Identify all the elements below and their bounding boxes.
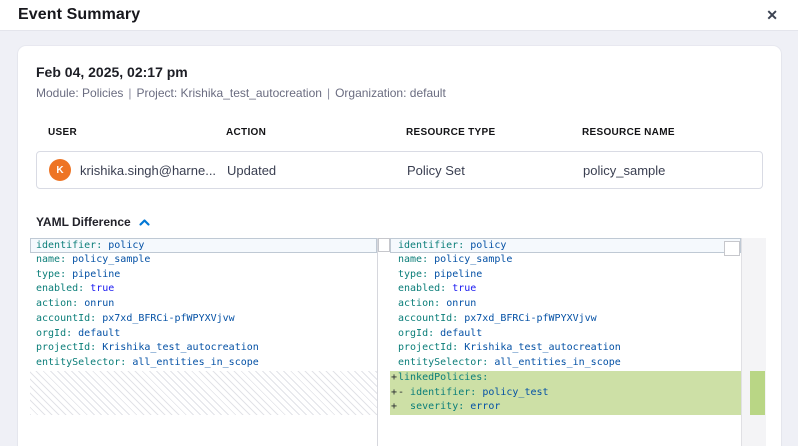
yaml-line: +- identifier: policy_test	[390, 386, 741, 401]
yaml-line: name: policy_sample	[390, 253, 741, 268]
deleted-lines-placeholder	[30, 371, 377, 415]
diff-added-prefix: +	[391, 371, 397, 386]
dialog-title: Event Summary	[18, 6, 140, 24]
yaml-line: enabled: true	[390, 282, 741, 297]
yaml-line: type: pipeline	[390, 268, 741, 283]
audit-table-header: USER ACTION RESOURCE TYPE RESOURCE NAME	[36, 127, 763, 138]
table-row: K krishika.singh@harne... Updated Policy…	[36, 151, 763, 189]
diff-right-pane[interactable]: identifier: policyname: policy_sampletyp…	[390, 238, 741, 446]
meta-separator: |	[327, 86, 330, 100]
yaml-line: action: onrun	[390, 297, 741, 312]
event-meta: Module: Policies | Project: Krishika_test_…	[36, 86, 763, 100]
user-avatar: K	[49, 159, 71, 181]
meta-project: Project: Krishika_test_autocreation	[137, 86, 322, 100]
event-timestamp: Feb 04, 2025, 02:17 pm	[36, 64, 763, 80]
meta-organization: Organization: default	[335, 86, 446, 100]
yaml-line: type: pipeline	[30, 268, 377, 283]
close-icon[interactable]: ✕	[766, 8, 778, 22]
yaml-line: enabled: true	[30, 282, 377, 297]
yaml-line: entitySelector: all_entities_in_scope	[390, 356, 741, 371]
yaml-line: projectId: Krishika_test_autocreation	[30, 341, 377, 356]
yaml-difference-label: YAML Difference	[36, 215, 131, 229]
column-header-resource-name: RESOURCE NAME	[582, 127, 763, 138]
event-card: Feb 04, 2025, 02:17 pm Module: Policies |…	[18, 46, 781, 446]
yaml-line: accountId: px7xd_BFRCi-pfWPYXVjvw	[30, 312, 377, 327]
diff-added-prefix: +	[391, 400, 397, 415]
yaml-diff-editor: identifier: policyname: policy_sampletyp…	[30, 238, 766, 446]
meta-module: Module: Policies	[36, 86, 123, 100]
diff-left-pane[interactable]: identifier: policyname: policy_sampletyp…	[30, 238, 390, 446]
yaml-line: name: policy_sample	[30, 253, 377, 268]
chevron-up-icon[interactable]	[138, 218, 151, 227]
scrollbar-thumb[interactable]	[378, 238, 390, 252]
column-header-resource-type: RESOURCE TYPE	[406, 127, 582, 138]
yaml-line: identifier: policy	[30, 238, 377, 253]
yaml-line: identifier: policy	[390, 238, 741, 253]
resource-name-value: policy_sample	[583, 163, 762, 178]
meta-separator: |	[128, 86, 131, 100]
yaml-line: orgId: default	[390, 327, 741, 342]
yaml-line: projectId: Krishika_test_autocreation	[390, 341, 741, 356]
user-email: krishika.singh@harne...	[80, 163, 226, 178]
column-header-action: ACTION	[226, 127, 406, 138]
yaml-line: +linkedPolicies:	[390, 371, 741, 386]
event-summary-dialog: Event Summary ✕ Feb 04, 2025, 02:17 pm M…	[0, 0, 798, 446]
yaml-line: + severity: error	[390, 400, 741, 415]
yaml-line: accountId: px7xd_BFRCi-pfWPYXVjvw	[390, 312, 741, 327]
scrollbar-thumb[interactable]	[724, 241, 740, 256]
yaml-line: action: onrun	[30, 297, 377, 312]
resource-type-value: Policy Set	[407, 163, 583, 178]
diff-overview-ruler[interactable]	[741, 238, 766, 446]
yaml-line: entitySelector: all_entities_in_scope	[30, 356, 377, 371]
action-value: Updated	[227, 163, 407, 178]
dialog-header: Event Summary ✕	[0, 0, 798, 31]
diff-added-prefix: +	[391, 386, 397, 401]
diff-added-marker	[750, 371, 765, 415]
yaml-line: orgId: default	[30, 327, 377, 342]
column-header-user: USER	[48, 127, 226, 138]
